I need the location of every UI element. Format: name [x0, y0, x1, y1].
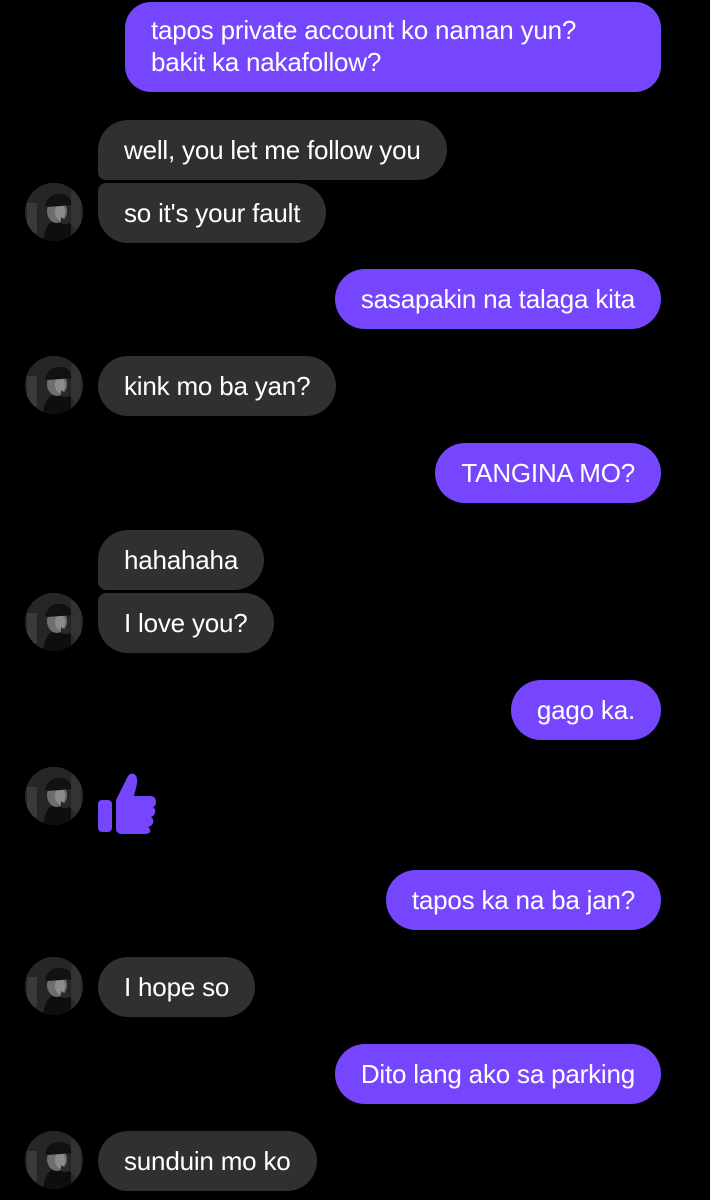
- message-text: sunduin mo ko: [124, 1146, 291, 1176]
- message-text: hahahaha: [124, 545, 239, 575]
- message-bubble-sent[interactable]: sasapakin na talaga kita: [334, 269, 661, 329]
- message-text: tapos ka na ba jan?: [411, 885, 635, 915]
- message-bubble-received[interactable]: hahahaha: [98, 530, 265, 590]
- message-text: gago ka.: [536, 695, 635, 725]
- contact-avatar[interactable]: [25, 957, 83, 1015]
- message-bubble-received[interactable]: sunduin mo ko: [98, 1131, 317, 1191]
- contact-avatar[interactable]: [25, 1131, 83, 1189]
- message-bubble-received[interactable]: I love you?: [98, 593, 274, 653]
- message-bubble-sent[interactable]: gago ka.: [510, 680, 661, 740]
- message-text: I love you?: [124, 608, 248, 638]
- message-text: Dito lang ako sa parking: [360, 1059, 635, 1089]
- message-bubble-received[interactable]: kink mo ba yan?: [98, 356, 337, 416]
- message-bubble-received[interactable]: so it's your fault: [98, 183, 327, 243]
- message-bubble-sent[interactable]: tapos private account ko naman yun? baki…: [125, 2, 661, 92]
- message-text: sasapakin na talaga kita: [360, 284, 635, 314]
- message-text: TANGINA MO?: [461, 458, 635, 488]
- contact-avatar[interactable]: [25, 356, 83, 414]
- message-text: well, you let me follow you: [124, 135, 421, 165]
- message-bubble-sent[interactable]: Dito lang ako sa parking: [334, 1044, 661, 1104]
- contact-avatar[interactable]: [25, 183, 83, 241]
- message-text: kink mo ba yan?: [124, 371, 311, 401]
- contact-avatar[interactable]: [25, 767, 83, 825]
- message-bubble-sent[interactable]: tapos ka na ba jan?: [385, 870, 661, 930]
- message-text: so it's your fault: [124, 198, 301, 228]
- message-text-line-1: tapos private account ko naman yun? baki…: [151, 15, 577, 77]
- message-bubble-received[interactable]: I hope so: [98, 957, 256, 1017]
- message-text: I hope so: [124, 972, 230, 1002]
- message-bubble-received[interactable]: well, you let me follow you: [98, 120, 447, 180]
- thumbs-up-icon[interactable]: [96, 770, 158, 834]
- message-bubble-sent[interactable]: TANGINA MO?: [435, 443, 661, 503]
- contact-avatar[interactable]: [25, 593, 83, 651]
